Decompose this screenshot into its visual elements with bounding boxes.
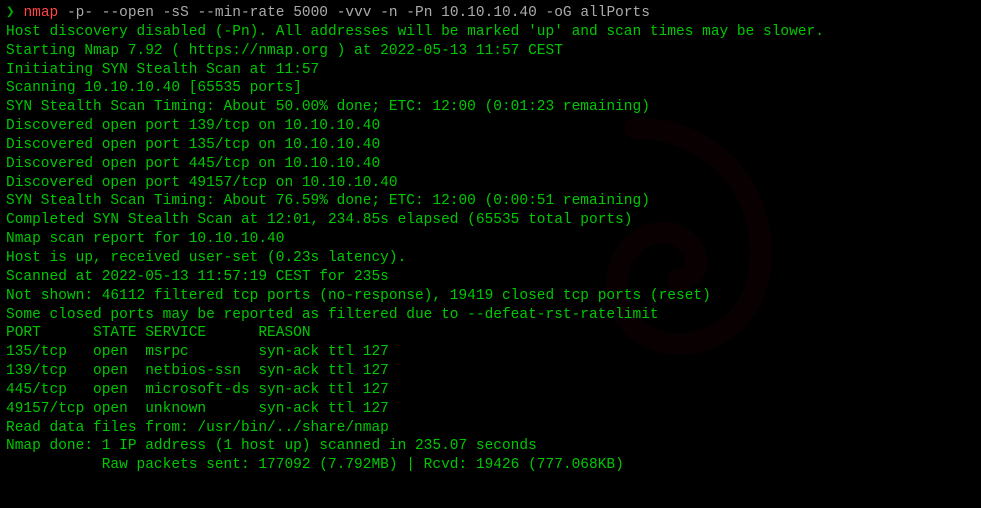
output-line: Nmap scan report for 10.10.10.40 <box>6 230 975 249</box>
output-line: Initiating SYN Stealth Scan at 11:57 <box>6 61 975 80</box>
port-table-header: PORT STATE SERVICE REASON <box>6 324 975 343</box>
output-line: Discovered open port 139/tcp on 10.10.10… <box>6 117 975 136</box>
output-line: Read data files from: /usr/bin/../share/… <box>6 419 975 438</box>
output-line: Scanning 10.10.10.40 [65535 ports] <box>6 79 975 98</box>
output-line: Scanned at 2022-05-13 11:57:19 CEST for … <box>6 268 975 287</box>
output-line: Raw packets sent: 177092 (7.792MB) | Rcv… <box>6 456 975 475</box>
output-line: Discovered open port 49157/tcp on 10.10.… <box>6 174 975 193</box>
output-line: Completed SYN Stealth Scan at 12:01, 234… <box>6 211 975 230</box>
port-table-row: 445/tcp open microsoft-ds syn-ack ttl 12… <box>6 381 975 400</box>
output-line: Not shown: 46112 filtered tcp ports (no-… <box>6 287 975 306</box>
command-name: nmap <box>23 5 58 21</box>
prompt-char: ❯ <box>6 5 15 21</box>
port-table-row: 49157/tcp open unknown syn-ack ttl 127 <box>6 400 975 419</box>
output-line: Some closed ports may be reported as fil… <box>6 306 975 325</box>
command-args: -p- --open -sS --min-rate 5000 -vvv -n -… <box>67 5 650 21</box>
output-line: Host is up, received user-set (0.23s lat… <box>6 249 975 268</box>
output-line: SYN Stealth Scan Timing: About 50.00% do… <box>6 98 975 117</box>
command-line: ❯ nmap -p- --open -sS --min-rate 5000 -v… <box>6 4 975 23</box>
output-line: Nmap done: 1 IP address (1 host up) scan… <box>6 437 975 456</box>
output-line: Starting Nmap 7.92 ( https://nmap.org ) … <box>6 42 975 61</box>
output-line: Discovered open port 135/tcp on 10.10.10… <box>6 136 975 155</box>
output-line: SYN Stealth Scan Timing: About 76.59% do… <box>6 192 975 211</box>
output-line: Discovered open port 445/tcp on 10.10.10… <box>6 155 975 174</box>
output-line: Host discovery disabled (-Pn). All addre… <box>6 23 975 42</box>
port-table-row: 139/tcp open netbios-ssn syn-ack ttl 127 <box>6 362 975 381</box>
port-table-row: 135/tcp open msrpc syn-ack ttl 127 <box>6 343 975 362</box>
terminal-output[interactable]: ❯ nmap -p- --open -sS --min-rate 5000 -v… <box>6 4 975 475</box>
